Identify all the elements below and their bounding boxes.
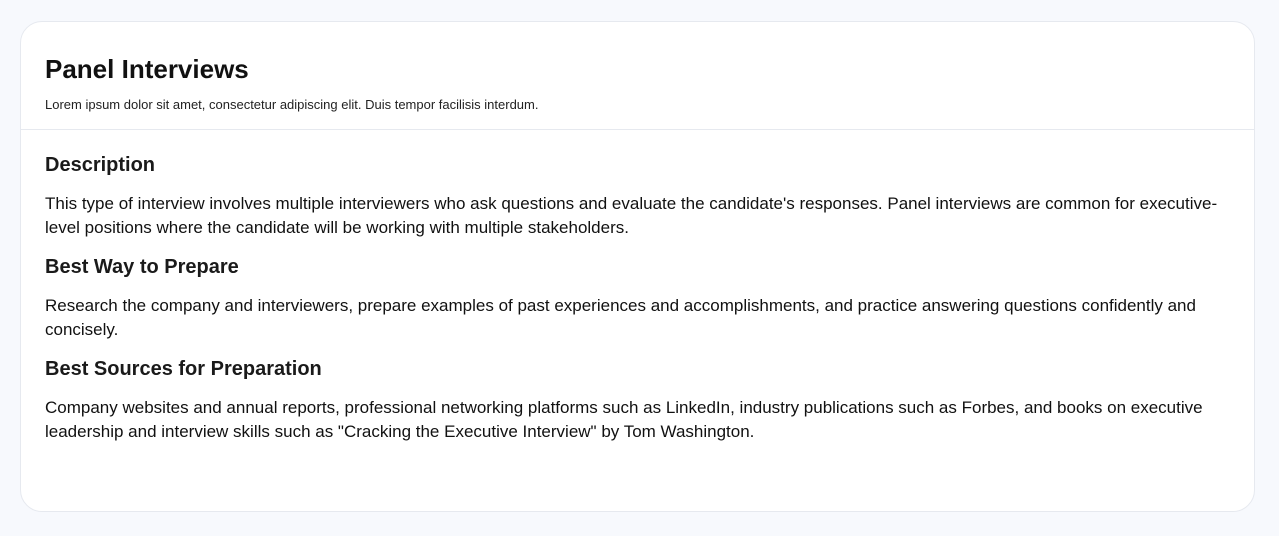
card-title: Panel Interviews — [45, 54, 249, 84]
section-heading: Description — [45, 154, 156, 176]
section-best-way-to-prepare: Best Way to Prepare Research the company… — [45, 255, 1230, 342]
section-heading: Best Way to Prepare — [45, 256, 239, 278]
card-body: Description This type of interview invol… — [21, 130, 1254, 444]
card-header: Panel Interviews Lorem ipsum dolor sit a… — [21, 22, 1254, 130]
section-heading: Best Sources for Preparation — [45, 358, 322, 380]
section-text: This type of interview involves multiple… — [45, 194, 1218, 237]
card-subtitle: Lorem ipsum dolor sit amet, consectetur … — [45, 97, 539, 112]
interview-type-card: Panel Interviews Lorem ipsum dolor sit a… — [20, 21, 1255, 512]
section-description: Description This type of interview invol… — [45, 153, 1230, 240]
section-text: Research the company and interviewers, p… — [45, 296, 1196, 339]
section-text: Company websites and annual reports, pro… — [45, 398, 1203, 441]
section-best-sources: Best Sources for Preparation Company web… — [45, 357, 1230, 444]
